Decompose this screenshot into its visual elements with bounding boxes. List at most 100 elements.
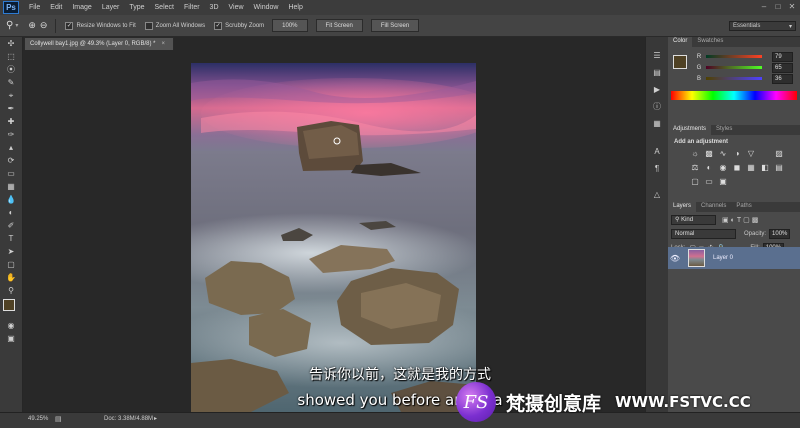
brightness-contrast-icon[interactable]: ☼ (689, 148, 701, 160)
menu-window[interactable]: Window (254, 4, 279, 11)
menu-3d[interactable]: 3D (210, 4, 219, 11)
posterize-icon[interactable]: ▤ (773, 162, 785, 174)
info-panel-icon[interactable]: ⓘ (648, 100, 666, 114)
gradient-map-icon[interactable]: ▭ (703, 176, 715, 188)
brush-tool-icon[interactable]: ✑ (3, 128, 19, 141)
document-tab[interactable]: Collywell bay1.jpg @ 49.3% (Layer 0, RGB… (24, 37, 174, 50)
tab-swatches[interactable]: Swatches (692, 37, 728, 47)
green-slider-track[interactable] (706, 66, 762, 69)
screen-mode-icon[interactable]: ▣ (3, 332, 19, 345)
tab-color[interactable]: Color (668, 37, 693, 47)
photo-filter-icon[interactable]: ◉ (717, 162, 729, 174)
zoom-in-icon[interactable]: ⊕ (28, 20, 36, 31)
green-slider-row[interactable]: G 65 (694, 62, 793, 73)
tab-channels[interactable]: Channels (696, 202, 731, 212)
green-value-input[interactable]: 65 (772, 62, 793, 73)
fit-screen-button[interactable]: Fit Screen (315, 19, 363, 32)
black-white-icon[interactable]: ◐ (703, 162, 715, 174)
menu-view[interactable]: View (229, 4, 244, 11)
zoom-level[interactable]: 49.25% (28, 416, 48, 422)
zoom-all-windows-checkbox[interactable]: Zoom All Windows (144, 21, 205, 30)
zoom-out-icon[interactable]: ⊖ (40, 20, 48, 31)
maximize-icon[interactable]: □ (772, 1, 784, 12)
clone-stamp-tool-icon[interactable]: ▴ (3, 141, 19, 154)
zoom-100-button[interactable]: 100% (272, 19, 308, 32)
brush-presets-icon[interactable]: ▦ (648, 117, 666, 131)
properties-panel-icon[interactable]: ▤ (648, 66, 666, 80)
zoom-tool-icon[interactable]: ⚲ (3, 284, 19, 297)
type-tool-icon[interactable]: T (3, 232, 19, 245)
eraser-tool-icon[interactable]: ▭ (3, 167, 19, 180)
channel-mixer-icon[interactable]: ◼ (731, 162, 743, 174)
color-spectrum-ramp[interactable] (671, 91, 797, 100)
invert-icon[interactable]: ◧ (759, 162, 771, 174)
levels-icon[interactable]: ▩ (703, 148, 715, 160)
document-canvas-photo[interactable] (191, 63, 476, 412)
blue-value-input[interactable]: 36 (772, 73, 793, 84)
menu-image[interactable]: Image (72, 4, 91, 11)
menu-help[interactable]: Help (288, 4, 302, 11)
shape-tool-icon[interactable]: ▢ (3, 258, 19, 271)
curves-icon[interactable]: ∿ (717, 148, 729, 160)
workspace-switcher[interactable]: Essentials ▾ (729, 21, 796, 31)
resize-windows-checkbox[interactable]: ✓ Resize Windows to Fit (65, 21, 136, 30)
hand-tool-icon[interactable]: ✋ (3, 271, 19, 284)
layer-filter-icons[interactable]: ▣◐T▢▩ (722, 216, 760, 224)
paragraph-panel-icon[interactable]: ¶ (648, 162, 666, 176)
tab-styles[interactable]: Styles (711, 125, 737, 135)
color-balance-icon[interactable]: ⚖ (689, 162, 701, 174)
chevron-right-icon[interactable]: ▸ (154, 415, 157, 422)
tab-layers[interactable]: Layers (668, 202, 697, 212)
quick-mask-icon[interactable]: ◉ (3, 319, 19, 332)
gradient-tool-icon[interactable]: ▦ (3, 180, 19, 193)
opacity-input[interactable]: 100% (769, 229, 791, 239)
foreground-color-box[interactable] (673, 55, 687, 69)
blend-mode-dropdown[interactable]: Normal (671, 229, 736, 239)
layer-row[interactable]: 👁 Layer 0 (668, 247, 800, 269)
close-icon[interactable]: ✕ (786, 1, 798, 12)
healing-brush-tool-icon[interactable]: ✚ (3, 115, 19, 128)
minimize-icon[interactable]: – (758, 1, 770, 12)
fill-screen-button[interactable]: Fill Screen (370, 19, 420, 32)
menu-layer[interactable]: Layer (102, 4, 120, 11)
menu-edit[interactable]: Edit (50, 4, 62, 11)
crop-tool-icon[interactable]: ⌖ (3, 89, 19, 102)
tool-preset-dropdown-icon[interactable]: ▾ (15, 22, 18, 29)
history-brush-tool-icon[interactable]: ⟳ (3, 154, 19, 167)
exposure-icon[interactable]: ◑ (731, 148, 743, 160)
character-panel-icon[interactable]: A (648, 145, 666, 159)
pen-tool-icon[interactable]: ✐ (3, 219, 19, 232)
menu-select[interactable]: Select (155, 4, 174, 11)
blue-slider-track[interactable] (706, 77, 762, 80)
color-lookup-icon[interactable]: ▦ (745, 162, 757, 174)
vibrance-icon[interactable]: ▽ (745, 148, 757, 160)
move-tool-icon[interactable]: ✣ (3, 37, 19, 50)
marquee-tool-icon[interactable]: ⬚ (3, 50, 19, 63)
close-tab-icon[interactable]: × (161, 41, 165, 47)
lasso-tool-icon[interactable]: ⦿ (3, 63, 19, 76)
actions-panel-icon[interactable]: ▶ (648, 83, 666, 97)
foreground-color-swatch[interactable] (3, 299, 15, 311)
layer-kind-filter[interactable]: ⚲ Kind (671, 215, 716, 225)
selective-color-icon[interactable]: ▣ (717, 176, 729, 188)
threshold-icon[interactable]: ▢ (689, 176, 701, 188)
red-slider-track[interactable] (706, 55, 762, 58)
tab-paths[interactable]: Paths (731, 202, 756, 212)
path-select-tool-icon[interactable]: ➤ (3, 245, 19, 258)
eyedropper-tool-icon[interactable]: ✒ (3, 102, 19, 115)
3d-panel-icon[interactable]: △ (648, 188, 666, 202)
dodge-tool-icon[interactable]: ◐ (3, 206, 19, 219)
quick-select-tool-icon[interactable]: ✎ (3, 76, 19, 89)
menu-file[interactable]: File (29, 4, 40, 11)
red-slider-row[interactable]: R 79 (694, 51, 793, 62)
history-panel-icon[interactable]: ☰ (648, 49, 666, 63)
menu-type[interactable]: Type (129, 4, 144, 11)
blur-tool-icon[interactable]: 💧 (3, 193, 19, 206)
red-value-input[interactable]: 79 (772, 51, 793, 62)
layer-name[interactable]: Layer 0 (713, 255, 733, 261)
tab-adjustments[interactable]: Adjustments (668, 125, 712, 135)
hue-saturation-icon[interactable]: ▨ (773, 148, 785, 160)
eye-visibility-icon[interactable]: 👁 (668, 254, 682, 263)
menu-filter[interactable]: Filter (184, 4, 200, 11)
scrubby-zoom-checkbox[interactable]: ✓ Scrubby Zoom (214, 21, 264, 30)
